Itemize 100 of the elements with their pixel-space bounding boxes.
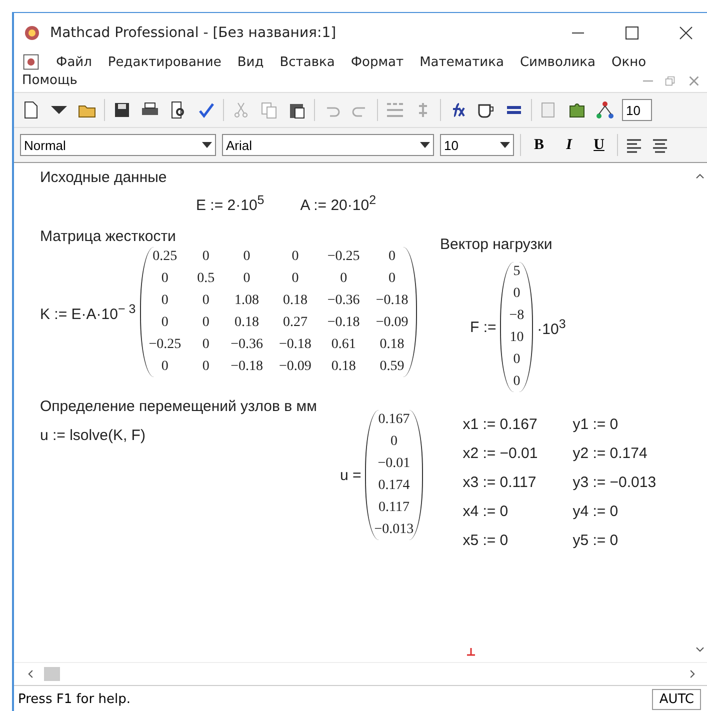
matrix-cell-text: 0.117 [377, 500, 410, 516]
matrix-cell-text: 0 [388, 249, 397, 265]
matrix-cell-text: 0 [201, 249, 210, 265]
maximize-icon [625, 26, 639, 40]
format-button[interactable]: I [557, 134, 581, 156]
matrix-cell-text: 0 [201, 337, 210, 353]
menu-item[interactable]: Помощь [22, 73, 78, 88]
network-icon [595, 100, 615, 120]
menu-item[interactable]: Символика [520, 54, 596, 70]
minimize-icon [571, 32, 585, 34]
caret-icon [420, 142, 430, 148]
section-heading: Матрица жесткости [40, 228, 177, 245]
matrix-cell-text: 0 [160, 359, 170, 375]
math-expression: K := E·A·10$^{− 3}$ [40, 302, 136, 322]
matrix-cell: −0.25 [327, 249, 360, 265]
matrix-cell-text: 0.18 [330, 359, 357, 375]
matrix-cell-text: 0.27 [282, 315, 308, 331]
math-definition: x5 := 0 [462, 532, 510, 549]
restore-icon [663, 74, 677, 88]
matrix-cell-text: 0 [201, 315, 210, 331]
font-size-dropdown[interactable]: 10 [440, 134, 514, 156]
matrix-cell-text: 0 [242, 271, 252, 287]
matrix-cell: −0.09 [279, 359, 312, 375]
matrix-cell-text: 0 [290, 271, 300, 287]
math-definition: x1 := 0.167 [462, 416, 538, 433]
menu-item[interactable]: Формат [350, 54, 404, 70]
math-definition: x3 := 0.117 [462, 474, 538, 491]
matrix-cell-text: 0.174 [377, 478, 411, 494]
matrix-cell: −0.25 [148, 337, 182, 353]
matrix-cell-text: 0 [388, 271, 397, 287]
menu-item[interactable]: Вставка [280, 54, 335, 70]
format-button[interactable]: U [587, 134, 611, 156]
section-heading: Определение перемещений узлов в мм [40, 398, 318, 415]
math-definition: A := 20·10$^{2}$ [300, 193, 376, 214]
matrix-cell: 0.5 [197, 271, 215, 287]
font-dropdown[interactable]: Arial [222, 134, 434, 156]
matrix-cell-text: 1.08 [234, 293, 260, 309]
math-definition: y1 := 0 [572, 416, 620, 433]
matrix-cell-text: 0.167 [377, 412, 411, 428]
math-definition: E := 2·10$^{5}$ [196, 193, 264, 214]
menu-item[interactable]: Файл [56, 54, 92, 70]
matrix-cell-text: 0.18 [378, 337, 406, 353]
format-button[interactable]: B [527, 134, 551, 156]
matrix-cell-text: 0.61 [330, 337, 357, 353]
matrix-cell-text: 0 [389, 434, 398, 450]
math-expression: ·10$^{3}$ [537, 316, 566, 338]
matrix-cell-text: 0 [201, 359, 210, 375]
matrix-cell-text: 0 [160, 271, 170, 287]
matrix-cell-text: 5 [512, 264, 522, 280]
math-definition: y2 := 0.174 [572, 445, 648, 462]
app-logo-icon [22, 23, 42, 43]
zoom-field[interactable]: 10 [622, 99, 652, 121]
menu-item[interactable]: Вид [237, 54, 264, 70]
matrix-cell-text: 0 [512, 286, 522, 302]
window-title: Mathcad Professional - [Без названия:1] [50, 25, 338, 41]
matrix-cell: −0.09 [376, 315, 408, 331]
matrix-cell: −0.013 [374, 522, 414, 538]
math-definition: y3 := −0.013 [572, 474, 658, 491]
matrix-cell: −0.36 [230, 337, 263, 353]
close-icon [679, 26, 693, 40]
math-expression: u := lsolve(K, F) [40, 427, 146, 444]
section-heading: Исходные данные [40, 169, 167, 186]
document-logo-icon [22, 53, 40, 71]
matrix-cell-text: 0.18 [234, 315, 260, 331]
math-definition: x2 := −0.01 [462, 445, 539, 462]
network-button[interactable] [594, 99, 616, 121]
matrix-cell-text: 0.59 [378, 359, 406, 375]
status-text: Press F1 for help. [18, 692, 130, 706]
matrix-cell-text: 0.25 [152, 249, 178, 265]
menu-item[interactable]: Окно [611, 54, 646, 70]
matrix-cell-text: 0.18 [282, 293, 308, 309]
caret-icon [202, 142, 212, 148]
menu-item[interactable]: Редактирование [108, 54, 222, 70]
crosshair-cursor-icon [466, 648, 476, 656]
math-definition: y5 := 0 [572, 532, 620, 549]
menu-item[interactable]: Математика [420, 54, 504, 70]
style-dropdown[interactable]: Normal [20, 134, 216, 156]
align-icon [385, 100, 405, 120]
matrix-cell: 10 [509, 330, 524, 346]
scrollbar-thumb[interactable] [44, 667, 60, 681]
close-icon [687, 74, 701, 88]
math-expression: u = [340, 466, 362, 484]
math-definition: x4 := 0 [462, 503, 510, 520]
matrix-cell: −0.36 [327, 293, 360, 309]
matrix-cell: −0.18 [327, 315, 360, 331]
matrix-cell: −0.18 [230, 359, 263, 375]
caret-icon [500, 142, 510, 148]
matrix-cell-text: 0 [512, 374, 522, 390]
matrix-cell: −8 [509, 308, 524, 324]
math-definition: y4 := 0 [572, 503, 620, 520]
matrix-cell: −0.18 [279, 337, 312, 353]
minimize-icon [643, 80, 653, 82]
matrix-cell-text: −0.01 [376, 456, 412, 472]
matrix-cell-text: 0 [512, 352, 522, 368]
math-expression: F := [470, 318, 496, 336]
matrix-cell-text: 0 [201, 293, 210, 309]
matrix-cell-text: 0 [160, 315, 170, 331]
section-heading: Вектор нагрузки [440, 236, 552, 253]
matrix-cell: −0.18 [376, 293, 408, 309]
mode-indicator: AUTC [652, 688, 701, 710]
